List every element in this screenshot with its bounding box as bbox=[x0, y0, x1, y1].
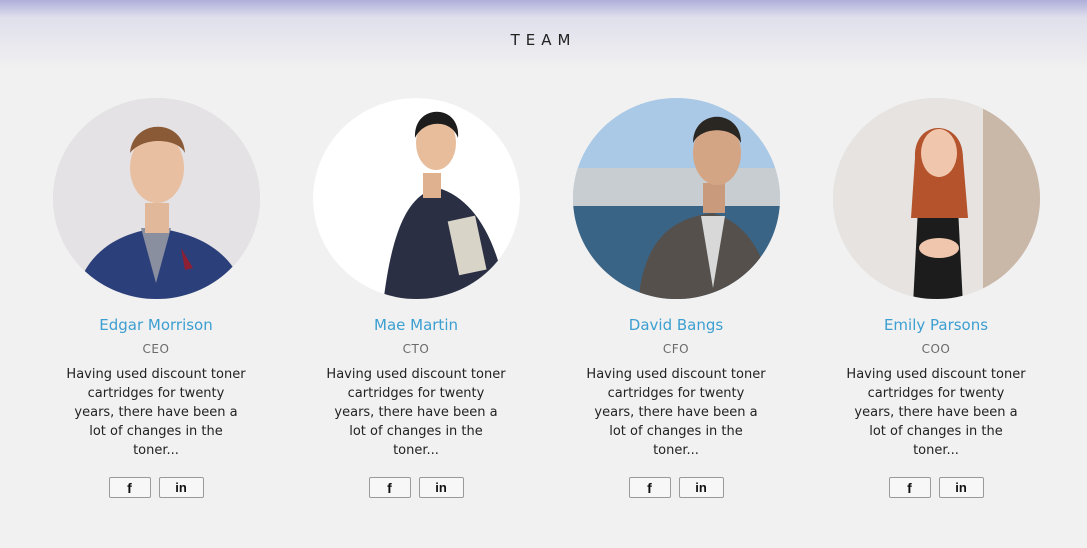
facebook-icon: f bbox=[647, 479, 652, 496]
linkedin-button[interactable]: in bbox=[158, 477, 204, 498]
team-member-card: David Bangs CFO Having used discount ton… bbox=[546, 98, 806, 498]
linkedin-button[interactable]: in bbox=[938, 477, 984, 498]
member-role: CEO bbox=[142, 342, 170, 356]
team-member-card: Mae Martin CTO Having used discount tone… bbox=[286, 98, 546, 498]
social-links: f in bbox=[368, 477, 464, 498]
member-photo bbox=[52, 98, 260, 299]
social-links: f in bbox=[108, 477, 204, 498]
member-name[interactable]: David Bangs bbox=[629, 315, 723, 335]
facebook-button[interactable]: f bbox=[108, 477, 151, 498]
linkedin-icon: in bbox=[435, 480, 447, 495]
team-member-card: Edgar Morrison CEO Having used discount … bbox=[26, 98, 286, 498]
member-bio: Having used discount toner cartridges fo… bbox=[586, 367, 766, 458]
facebook-icon: f bbox=[387, 479, 392, 496]
team-grid: Edgar Morrison CEO Having used discount … bbox=[26, 98, 1066, 498]
facebook-button[interactable]: f bbox=[888, 477, 931, 498]
linkedin-icon: in bbox=[695, 480, 707, 495]
linkedin-button[interactable]: in bbox=[418, 477, 464, 498]
section-title: TEAM bbox=[510, 31, 577, 49]
member-name[interactable]: Emily Parsons bbox=[884, 315, 988, 335]
member-role: CFO bbox=[662, 342, 690, 356]
facebook-button[interactable]: f bbox=[368, 477, 411, 498]
member-photo bbox=[312, 98, 520, 299]
member-name[interactable]: Edgar Morrison bbox=[99, 315, 213, 335]
linkedin-button[interactable]: in bbox=[678, 477, 724, 498]
facebook-icon: f bbox=[127, 479, 132, 496]
linkedin-icon: in bbox=[955, 480, 967, 495]
facebook-button[interactable]: f bbox=[628, 477, 671, 498]
member-bio: Having used discount toner cartridges fo… bbox=[326, 367, 506, 458]
member-photo bbox=[572, 98, 780, 299]
member-bio: Having used discount toner cartridges fo… bbox=[846, 367, 1026, 458]
team-member-card: Emily Parsons COO Having used discount t… bbox=[806, 98, 1066, 498]
social-links: f in bbox=[888, 477, 984, 498]
linkedin-icon: in bbox=[175, 480, 187, 495]
social-links: f in bbox=[628, 477, 724, 498]
member-bio: Having used discount toner cartridges fo… bbox=[66, 367, 246, 458]
member-name[interactable]: Mae Martin bbox=[374, 315, 458, 335]
member-role: CTO bbox=[402, 342, 430, 356]
member-photo bbox=[832, 98, 1040, 299]
member-role: COO bbox=[921, 342, 951, 356]
facebook-icon: f bbox=[907, 479, 912, 496]
